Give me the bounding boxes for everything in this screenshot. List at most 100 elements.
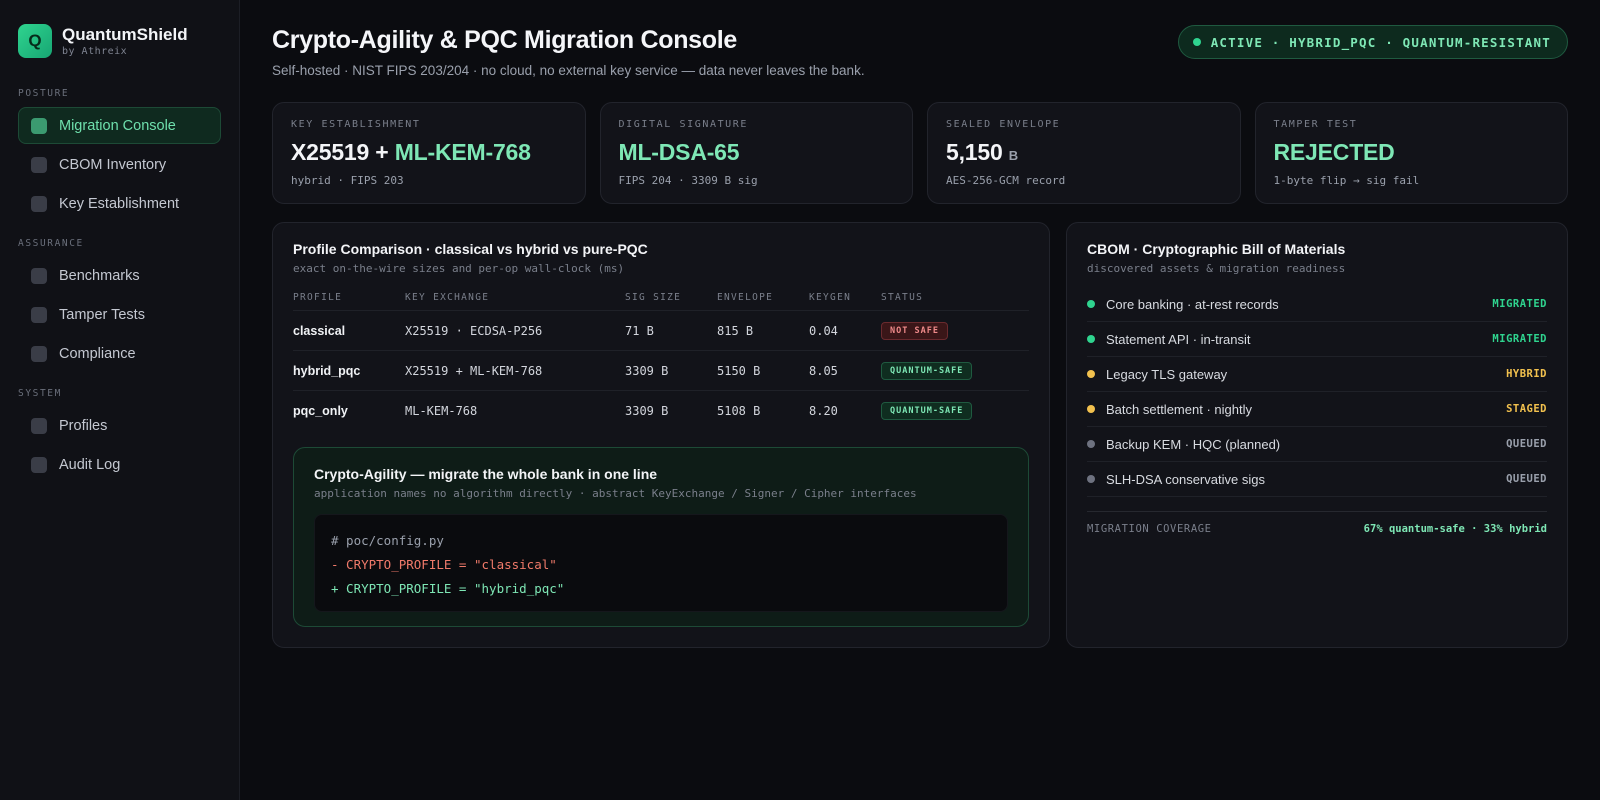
sidebar-item-label: Audit Log [59,456,121,473]
agility-title: Crypto-Agility — migrate the whole bank … [314,466,658,482]
profile-comparison-panel: Profile Comparison · classical vs hybrid… [272,222,1050,648]
card-digital-signature: DIGITAL SIGNATURE ML-DSA-65 FIPS 204 · 3… [599,102,913,204]
list-item[interactable]: Legacy TLS gateway HYBRID [1087,357,1547,392]
table-row[interactable]: classical X25519 · ECDSA-P256 71 B 815 B… [293,311,1029,351]
square-icon [31,306,47,323]
brand[interactable]: Q QuantumShield by Athreix [18,24,221,58]
brand-logo: Q [18,24,52,58]
status-dot-icon [1192,38,1201,46]
brand-name: QuantumShield [62,25,188,44]
sidebar-item-benchmarks[interactable]: Benchmarks [18,257,221,294]
list-item[interactable]: Backup KEM · HQC (planned) QUEUED [1087,427,1547,462]
card-footnote: hybrid · FIPS 203 [291,174,404,187]
column-header: ENVELOPE [717,292,774,303]
card-value: X25519 + ML-KEM-768 [291,139,531,165]
card-value: 5,150 B [946,139,1018,165]
asset-status: QUEUED [1506,438,1547,450]
cell-sig-size: 3309 B [625,363,669,378]
asset-status: QUEUED [1506,473,1547,485]
list-item[interactable]: SLH-DSA conservative sigs QUEUED [1087,462,1547,497]
panel-subtitle: discovered assets & migration readiness [1087,262,1346,275]
status-dot-icon [1087,370,1095,378]
panel-subtitle: exact on-the-wire sizes and per-op wall-… [293,262,625,275]
code-line-comment: # poc/config.py [331,533,444,548]
asset-name: Backup KEM · HQC (planned) [1106,436,1281,452]
migration-coverage: MIGRATION COVERAGE 67% quantum-safe · 33… [1087,511,1547,535]
status-dot-icon [1087,440,1095,448]
nav-section-label: SYSTEM [18,388,62,399]
sidebar-item-label: Key Establishment [59,195,180,212]
sidebar-item-label: Benchmarks [59,267,140,284]
card-label: TAMPER TEST [1273,119,1358,130]
sidebar-item-compliance[interactable]: Compliance [18,335,221,372]
cell-keygen: 0.04 [809,323,838,338]
status-dot-icon [1087,335,1095,343]
sidebar-item-profiles[interactable]: Profiles [18,407,221,444]
asset-status: MIGRATED [1492,298,1547,310]
panel-title: CBOM · Cryptographic Bill of Materials [1087,241,1346,257]
brand-subtitle: by Athreix [62,46,128,57]
comparison-table: PROFILE KEY EXCHANGE SIG SIZE ENVELOPE K… [293,285,1029,431]
square-icon [31,456,47,473]
list-item[interactable]: Statement API · in-transit MIGRATED [1087,322,1547,357]
cell-sig-size: 71 B [625,323,654,338]
cell-key-exchange: X25519 · ECDSA-P256 [405,323,543,338]
page-title: Crypto-Agility & PQC Migration Console [272,26,737,54]
sidebar-item-migration-console[interactable]: Migration Console [18,107,221,144]
square-icon [31,417,47,434]
card-sealed-envelope: SEALED ENVELOPE 5,150 B AES-256-GCM reco… [927,102,1241,204]
sidebar-item-label: Profiles [59,417,108,434]
status-badge: ACTIVE · HYBRID_PQC · QUANTUM-RESISTANT [1177,25,1568,59]
sidebar: Q QuantumShield by Athreix POSTURE Migra… [0,0,240,800]
table-row[interactable]: pqc_only ML-KEM-768 3309 B 5108 B 8.20 Q… [293,391,1029,431]
nav-group-system: SYSTEM Profiles Audit Log [18,388,221,483]
status-dot-icon [1087,475,1095,483]
asset-name: SLH-DSA conservative sigs [1106,471,1265,487]
asset-name: Legacy TLS gateway [1106,366,1228,382]
column-header: KEYGEN [809,292,852,303]
sidebar-item-label: Migration Console [59,117,176,134]
status-badge: QUANTUM-SAFE [881,402,973,420]
table-row[interactable]: hybrid_pqc X25519 + ML-KEM-768 3309 B 51… [293,351,1029,391]
sidebar-item-audit-log[interactable]: Audit Log [18,446,221,483]
code-snippet[interactable]: # poc/config.py - CRYPTO_PROFILE = "clas… [314,514,1008,612]
card-label: DIGITAL SIGNATURE [618,119,749,130]
coverage-value: 67% quantum-safe · 33% hybrid [1363,523,1547,535]
card-label: KEY ESTABLISHMENT [291,119,421,130]
page-subtitle: Self-hosted · NIST FIPS 203/204 · no clo… [272,63,865,78]
column-header: STATUS [881,292,924,303]
code-line-added: + CRYPTO_PROFILE = "hybrid_pqc" [331,581,565,596]
card-value: REJECTED [1273,139,1395,165]
cell-profile: classical [293,323,346,338]
asset-status: STAGED [1506,403,1547,415]
sidebar-item-tamper-tests[interactable]: Tamper Tests [18,296,221,333]
column-header: PROFILE [293,292,343,303]
square-icon [31,156,47,173]
cell-key-exchange: ML-KEM-768 [405,404,478,418]
cell-keygen: 8.05 [809,363,838,378]
list-item[interactable]: Core banking · at-rest records MIGRATED [1087,287,1547,322]
sidebar-item-key-establishment[interactable]: Key Establishment [18,185,221,222]
cell-profile: pqc_only [293,404,348,418]
panel-title: Profile Comparison · classical vs hybrid… [293,241,648,257]
nav-group-posture: POSTURE Migration Console CBOM Inventory… [18,88,221,222]
status-badge: NOT SAFE [881,321,948,340]
status-dot-icon [1087,300,1095,308]
cell-envelope: 5150 B [717,363,761,378]
square-icon [31,345,47,362]
status-dot-icon [1087,405,1095,413]
asset-name: Batch settlement · nightly [1106,401,1252,417]
card-footnote: AES-256-GCM record [946,174,1066,187]
cbom-list: Core banking · at-rest records MIGRATED … [1087,287,1547,497]
asset-name: Core banking · at-rest records [1106,296,1279,312]
card-key-establishment: KEY ESTABLISHMENT X25519 + ML-KEM-768 hy… [272,102,586,204]
summary-cards: KEY ESTABLISHMENT X25519 + ML-KEM-768 hy… [272,102,1568,204]
cbom-panel: CBOM · Cryptographic Bill of Materials d… [1066,222,1568,648]
list-item[interactable]: Batch settlement · nightly STAGED [1087,392,1547,427]
status-badge: QUANTUM-SAFE [881,361,973,380]
sidebar-item-cbom-inventory[interactable]: CBOM Inventory [18,146,221,183]
sidebar-item-label: Tamper Tests [59,306,145,323]
cell-sig-size: 3309 B [625,404,669,418]
nav-group-assurance: ASSURANCE Benchmarks Tamper Tests Compli… [18,238,221,372]
coverage-label: MIGRATION COVERAGE [1087,523,1212,535]
